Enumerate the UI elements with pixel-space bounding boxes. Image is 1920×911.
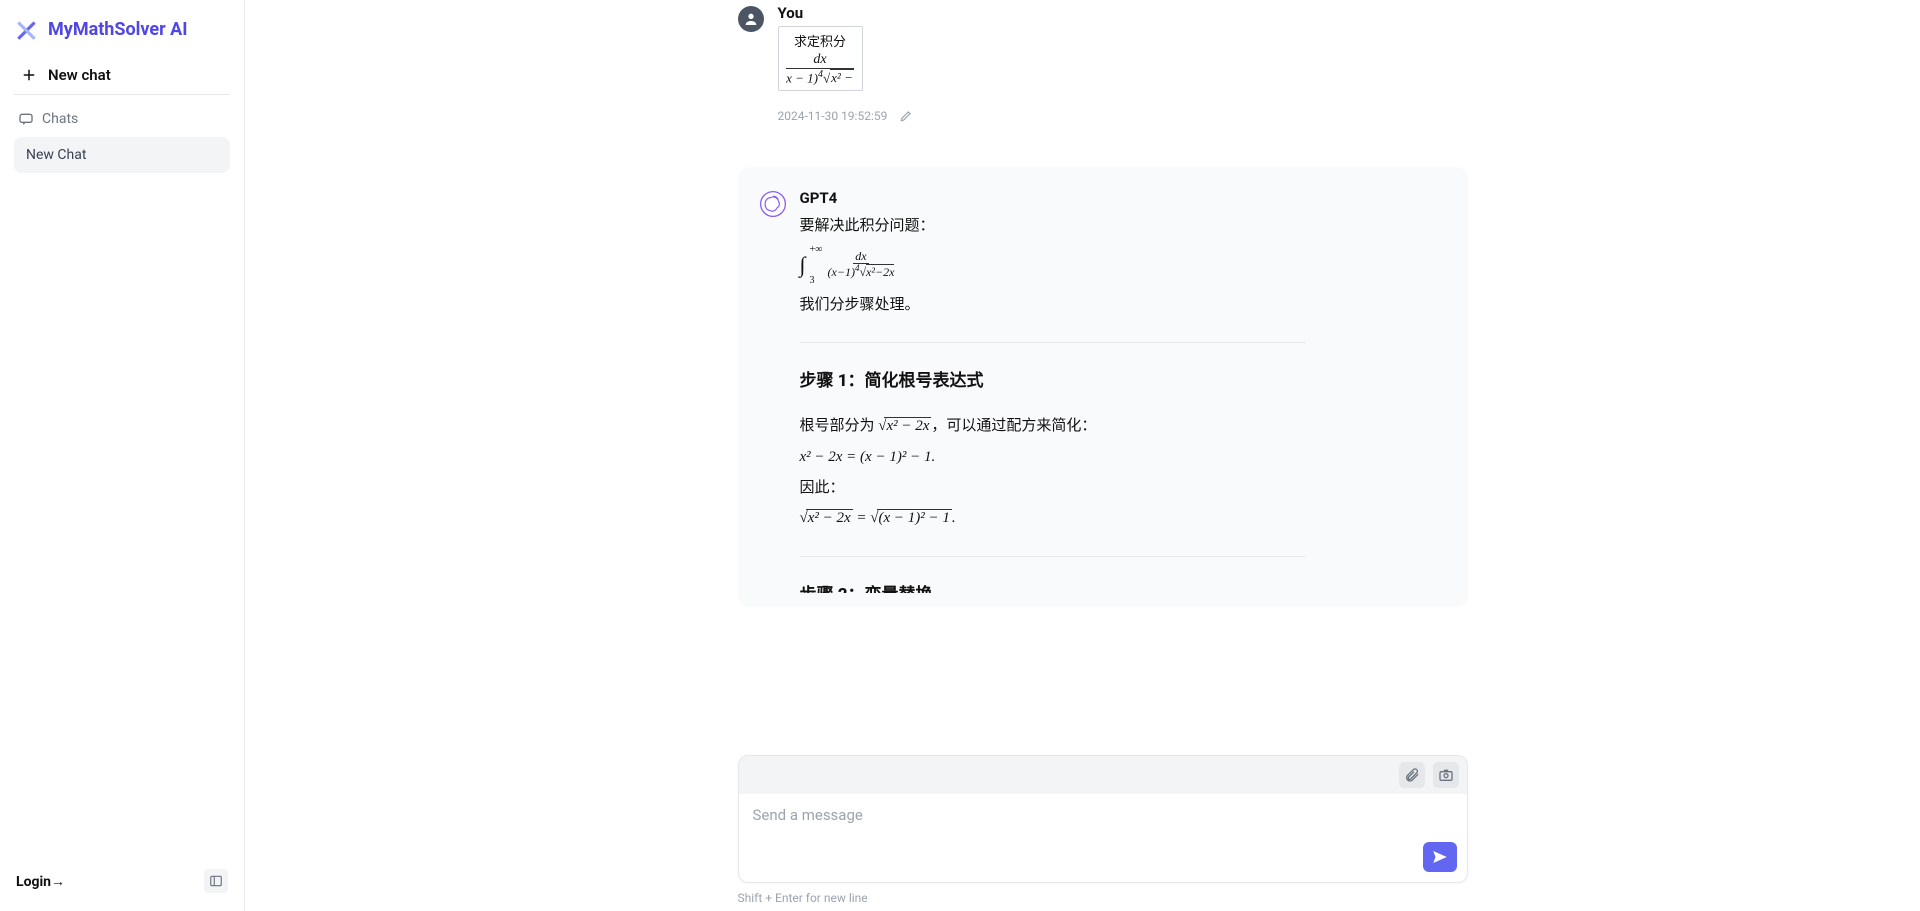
brand[interactable]: MyMathSolver AI	[14, 12, 230, 56]
brand-logo-icon	[14, 16, 40, 42]
composer-hint: Shift + Enter for new line	[738, 891, 1468, 905]
camera-button[interactable]	[1433, 762, 1459, 788]
message-composer	[738, 755, 1468, 883]
chats-section-header: Chats	[14, 107, 230, 137]
bot-response: 要解决此积分问题： ∫+∞3 dx (x−1)4√x²−2x 我们分步骤处理。	[800, 211, 1446, 593]
bot-avatar	[760, 191, 786, 217]
user-message: You 求定积分 dx x − 1)4√x² − 2024-11-30 19:5…	[738, 0, 1468, 127]
brand-name: MyMathSolver AI	[48, 19, 188, 40]
step-2-heading: 步骤 2：变量替换	[800, 579, 1306, 593]
edit-icon[interactable]	[899, 109, 913, 123]
attach-file-button[interactable]	[1399, 762, 1425, 788]
user-avatar-icon	[738, 6, 764, 32]
message-timestamp: 2024-11-30 19:52:59	[778, 109, 888, 123]
camera-icon	[1438, 767, 1454, 783]
login-link[interactable]: Login→	[16, 873, 65, 890]
divider	[800, 556, 1306, 557]
main-area: You 求定积分 dx x − 1)4√x² − 2024-11-30 19:5…	[245, 0, 1920, 911]
chats-label: Chats	[42, 111, 78, 127]
divider	[800, 342, 1306, 343]
new-chat-label: New chat	[48, 66, 111, 84]
chat-bubble-icon	[18, 111, 34, 127]
user-name: You	[778, 4, 1468, 22]
step-1-heading: 步骤 1：简化根号表达式	[800, 365, 1306, 397]
sidebar: MyMathSolver AI New chat Chats New Chat …	[0, 0, 245, 911]
plus-icon	[20, 66, 38, 84]
bot-name: GPT4	[800, 189, 1446, 207]
new-chat-button[interactable]: New chat	[14, 56, 230, 95]
send-icon	[1431, 848, 1449, 866]
composer-toolbar	[739, 756, 1467, 794]
message-input[interactable]	[753, 806, 1453, 866]
send-button[interactable]	[1423, 842, 1457, 872]
panel-icon	[209, 874, 223, 888]
chat-item-label: New Chat	[26, 147, 86, 163]
bot-message: GPT4 要解决此积分问题： ∫+∞3 dx (x−1)4√x²−2x	[738, 167, 1468, 607]
integral-expression: ∫+∞3 dx (x−1)4√x²−2x	[800, 244, 1306, 286]
collapse-sidebar-button[interactable]	[204, 869, 228, 893]
openai-icon	[760, 191, 786, 217]
user-uploaded-image[interactable]: 求定积分 dx x − 1)4√x² −	[778, 26, 863, 91]
sidebar-chat-item[interactable]: New Chat	[14, 137, 230, 173]
paperclip-icon	[1404, 767, 1420, 783]
